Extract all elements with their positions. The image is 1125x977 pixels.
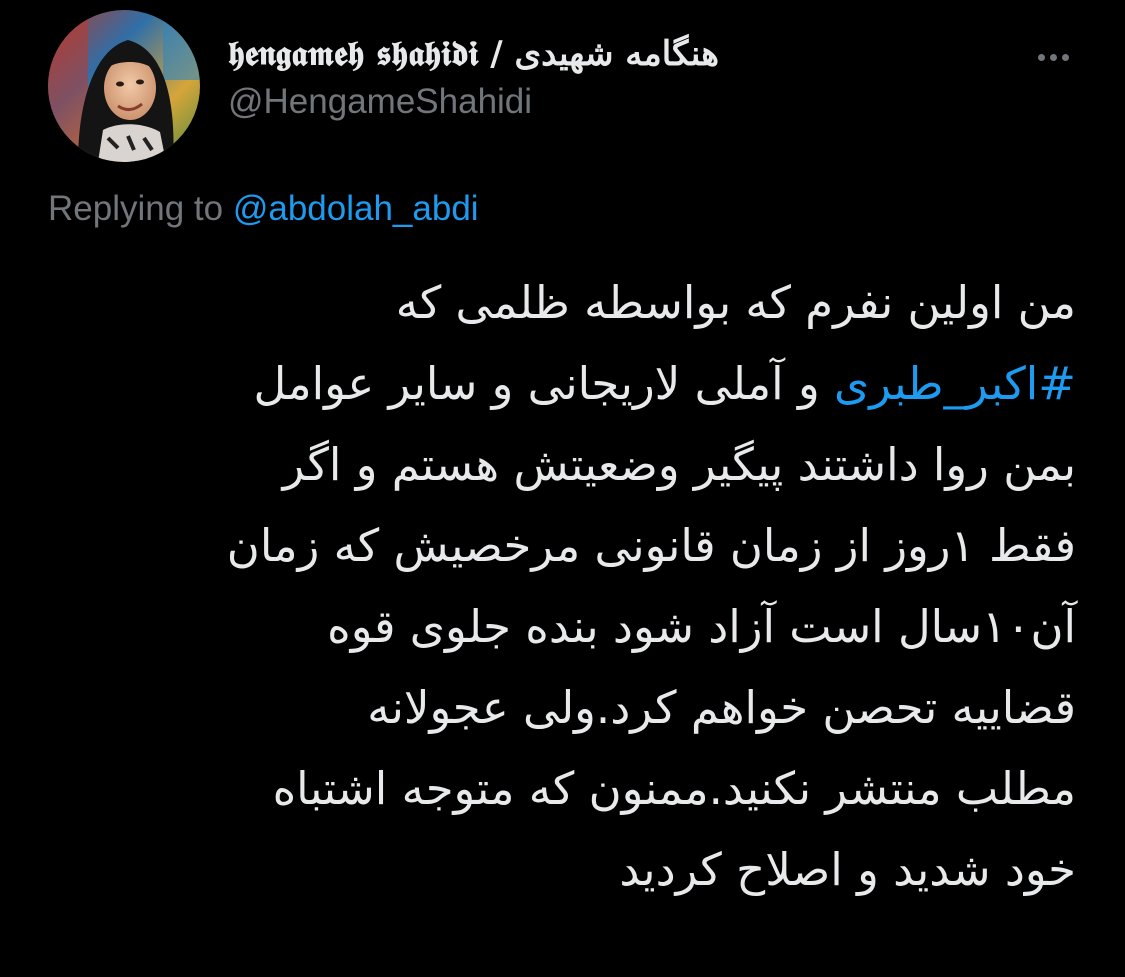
display-name[interactable]: 𝖍𝖊𝖓𝖌𝖆𝖒𝖊𝖍 𝖘𝖍𝖆𝖍𝖎𝖉𝖎 / هنگامه شهیدی bbox=[228, 34, 719, 74]
user-handle[interactable]: @HengameShahidi bbox=[228, 80, 719, 124]
tweet-line: #اکبر_طبری و آملی لاریجانی و سایر عوامل bbox=[48, 343, 1076, 424]
more-dot bbox=[1049, 53, 1057, 61]
tweet-line: مطلب منتشر نکنید.ممنون که متوجه اشتباه bbox=[272, 762, 1076, 815]
tweet-line: خود شدید و اصلاح کردید bbox=[619, 843, 1076, 896]
more-dot bbox=[1061, 53, 1069, 61]
more-horizontal-icon bbox=[1037, 53, 1045, 61]
tweet-line-text: و آملی لاریجانی و سایر عوامل bbox=[253, 357, 834, 410]
tweet-line: آن۱۰سال است آزاد شود بنده جلوی قوه bbox=[327, 600, 1076, 653]
replying-to: Replying to @abdolah_abdi bbox=[48, 186, 479, 232]
reply-mention-link[interactable]: @abdolah_abdi bbox=[233, 189, 479, 228]
replying-to-label: Replying to bbox=[48, 189, 233, 228]
author-info: 𝖍𝖊𝖓𝖌𝖆𝖒𝖊𝖍 𝖘𝖍𝖆𝖍𝖎𝖉𝖎 / هنگامه شهیدی @Hengame… bbox=[228, 34, 719, 124]
tweet-text: من اولین نفرم که بواسطه ظلمی که #اکبر_طب… bbox=[48, 262, 1076, 952]
tweet-line: فقط ۱روز از زمان قانونی مرخصیش که زمان bbox=[226, 519, 1076, 572]
more-options-button[interactable] bbox=[1028, 42, 1078, 72]
tweet-line: بمن روا داشتند پیگیر وضعیتش هستم و اگر bbox=[282, 438, 1076, 491]
hashtag-link[interactable]: #اکبر_طبری bbox=[834, 357, 1076, 410]
tweet-line: من اولین نفرم که بواسطه ظلمی که bbox=[395, 276, 1076, 329]
profile-photo-icon bbox=[48, 10, 200, 162]
tweet-line: قضاییه تحصن خواهم کرد.ولی عجولانه bbox=[367, 681, 1076, 734]
avatar[interactable] bbox=[48, 10, 200, 162]
tweet-header: 𝖍𝖊𝖓𝖌𝖆𝖒𝖊𝖍 𝖘𝖍𝖆𝖍𝖎𝖉𝖎 / هنگامه شهیدی @Hengame… bbox=[48, 10, 1078, 162]
